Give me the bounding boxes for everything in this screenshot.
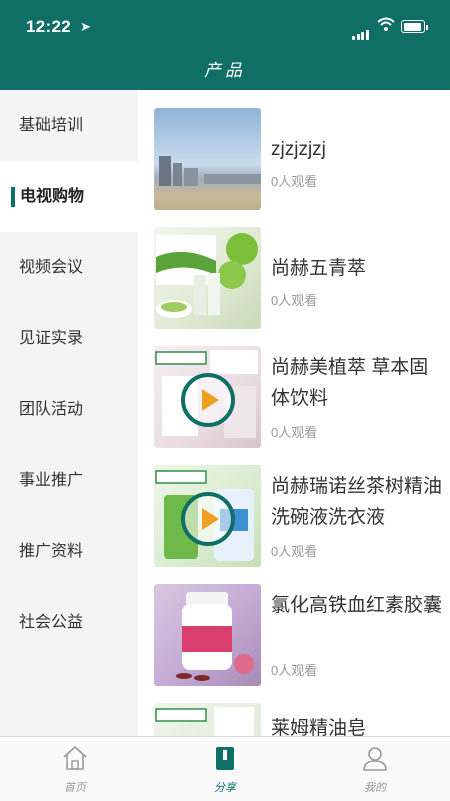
product-card[interactable]: 尚赫瑞诺丝茶树精油洗碗液洗衣液 0人观看 [154,465,444,567]
product-card[interactable]: 莱姆精油皂 [154,703,444,736]
view-count: 0人观看 [271,425,318,440]
tab-profile[interactable]: 我的 [300,737,450,801]
product-title: 莱姆精油皂 [271,718,367,736]
home-icon [63,745,87,770]
product-thumbnail [154,465,261,567]
view-count: 0人观看 [271,663,318,678]
product-title: 尚赫瑞诺丝茶树精油洗碗液洗衣液 [271,476,443,528]
product-title: zjzjzjzj [271,139,326,160]
sidebar-item-label: 基础培训 [19,117,84,134]
sidebar-item-promo-materials[interactable]: 推广资料 [0,516,138,587]
product-card[interactable]: zjzjzjzj 0人观看 [154,108,444,210]
category-sidebar: 基础培训 电视购物 视频会议 见证实录 团队活动 事业推广 推广资料 社会公益 [0,90,138,736]
bottom-tab-bar: 首页 分享 我的 [0,736,450,801]
status-time: 12:22 [26,17,71,36]
product-thumbnail [154,346,261,448]
tab-label: 我的 [364,782,386,794]
status-bar: 12:22 ➤ [0,0,450,44]
signal-icon [352,22,370,40]
wifi-icon [377,17,395,31]
sidebar-item-label: 视频会议 [19,259,84,276]
view-count: 0人观看 [271,293,318,308]
sidebar-item-label: 团队活动 [19,401,84,418]
product-thumbnail [154,108,261,210]
sidebar-item-tv-shopping[interactable]: 电视购物 [0,161,138,232]
product-thumbnail [154,227,261,329]
battery-icon [401,20,428,33]
sidebar-item-label: 见证实录 [19,330,84,347]
tab-label: 首页 [64,782,86,794]
sidebar-item-label: 事业推广 [19,472,84,489]
product-thumbnail [154,703,261,736]
product-card[interactable]: 尚赫五青萃 0人观看 [154,227,444,329]
sidebar-item-video-conference[interactable]: 视频会议 [0,232,138,303]
sidebar-item-testimonials[interactable]: 见证实录 [0,303,138,374]
view-count: 0人观看 [271,544,318,559]
play-icon[interactable] [181,373,235,427]
tab-home[interactable]: 首页 [0,737,150,801]
sidebar-item-business-promotion[interactable]: 事业推广 [0,445,138,516]
product-card[interactable]: 氯化高铁血红素胶囊 0人观看 [154,584,444,686]
sidebar-item-public-welfare[interactable]: 社会公益 [0,587,138,658]
product-card[interactable]: 尚赫美植萃 草本固体饮料 0人观看 [154,346,444,448]
page-title: 产品 [204,61,246,81]
product-title: 尚赫五青萃 [271,258,367,279]
view-count: 0人观看 [271,174,318,189]
product-title: 氯化高铁血红素胶囊 [271,595,443,616]
product-list: zjzjzjzj 0人观看 尚赫五青萃 0人观看 尚赫美植萃 草本固体饮料 0人… [138,90,450,736]
sidebar-item-label: 社会公益 [19,614,84,631]
sidebar-item-basic-training[interactable]: 基础培训 [0,90,138,161]
product-title: 尚赫美植萃 草本固体饮料 [271,357,429,409]
app-header: 12:22 ➤ 产品 [0,0,450,90]
product-thumbnail [154,584,261,686]
active-indicator [11,187,15,207]
play-icon[interactable] [181,492,235,546]
sidebar-item-label: 推广资料 [19,543,84,560]
sidebar-item-label: 电视购物 [20,188,85,205]
share-icon [216,747,234,770]
tab-share[interactable]: 分享 [150,737,300,801]
profile-icon [363,747,387,771]
location-arrow-icon: ➤ [80,19,91,34]
tab-label: 分享 [214,782,236,794]
sidebar-item-team-activities[interactable]: 团队活动 [0,374,138,445]
